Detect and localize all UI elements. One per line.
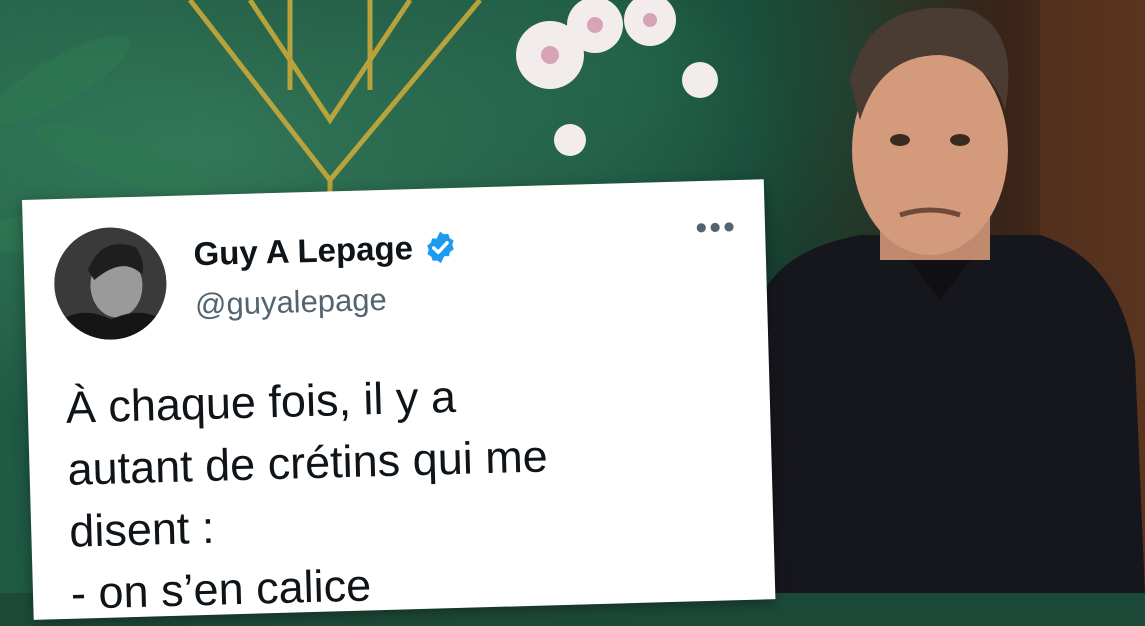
more-options-icon[interactable]: ••• (695, 208, 738, 247)
tweet-text: À chaque fois, il y a autant de crétins … (65, 370, 549, 619)
avatar[interactable] (52, 226, 168, 342)
flower-decor (516, 0, 718, 156)
man-in-black-shirt-photo (760, 0, 1145, 593)
user-handle[interactable]: @guyalepage (195, 282, 388, 323)
avatar-portrait-icon (52, 226, 168, 342)
verified-badge-icon (427, 231, 455, 264)
display-name-text[interactable]: Guy A Lepage (193, 229, 413, 273)
tweet-card[interactable]: Guy A Lepage @guyalepage ••• À chaque fo… (22, 179, 776, 620)
display-name[interactable]: Guy A Lepage (193, 228, 459, 273)
